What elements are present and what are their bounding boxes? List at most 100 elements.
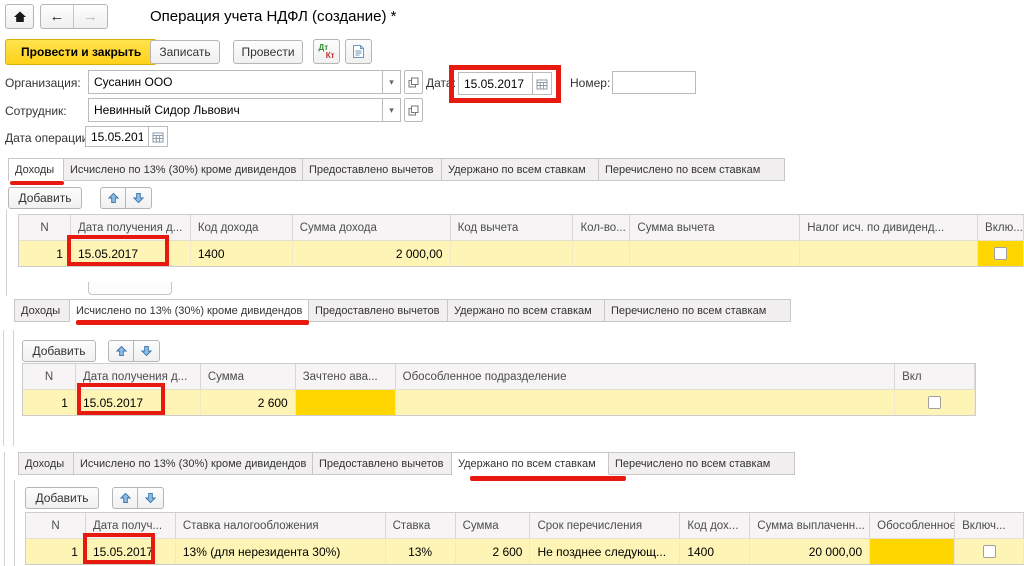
income-code-cell[interactable]: 1400 [680, 539, 750, 564]
table-row: 1 15.05.2017 2 600 [23, 389, 975, 415]
deduction-code-cell[interactable] [451, 241, 574, 266]
operation-date-field [85, 126, 168, 147]
employee-open-button[interactable] [404, 98, 423, 122]
tab-ischisleno[interactable]: Исчислено по 13% (30%) кроме дивидендов [74, 452, 313, 475]
organization-open-button[interactable] [404, 70, 423, 94]
include-checkbox[interactable] [928, 396, 941, 409]
tab-uderzhano[interactable]: Удержано по всем ставкам [452, 452, 609, 475]
ndfl-operation-window: ← → Операция учета НДФЛ (создание) * Про… [0, 0, 1024, 566]
tab-dokhody[interactable]: Доходы [14, 299, 70, 322]
rate-cell[interactable]: 13% [386, 539, 456, 564]
calendar-icon [152, 131, 164, 143]
tab-perechisleno[interactable]: Перечислено по всем ставкам [605, 299, 791, 322]
annotation-underline-tab-uderzhano [470, 476, 626, 481]
organization-input[interactable] [88, 70, 383, 94]
tab-perechisleno[interactable]: Перечислено по всем ставкам [609, 452, 795, 475]
withheld-table: N Дата получ... Ставка налогообложения С… [25, 512, 1024, 565]
date-label: Дата: [426, 76, 456, 90]
number-label: Номер: [570, 76, 610, 90]
arrow-up-icon [116, 345, 127, 357]
number-input[interactable] [612, 71, 696, 94]
row-number-cell[interactable]: 1 [19, 241, 71, 266]
employee-input[interactable] [88, 98, 383, 122]
tab-dokhody[interactable]: Доходы [8, 158, 64, 181]
move-down-button[interactable] [138, 487, 164, 509]
operation-date-calendar-button[interactable] [149, 126, 168, 147]
organization-dropdown-arrow-icon[interactable]: ▾ [383, 70, 401, 94]
tab-uderzhano[interactable]: Удержано по всем ставкам [448, 299, 605, 322]
move-up-button[interactable] [112, 487, 138, 509]
tab-ischisleno[interactable]: Исчислено по 13% (30%) кроме дивидендов [64, 158, 303, 181]
move-up-button[interactable] [108, 340, 134, 362]
date-calendar-button[interactable] [533, 72, 552, 95]
tab-predostavleno[interactable]: Предоставлено вычетов [303, 158, 442, 181]
tab-predostavleno[interactable]: Предоставлено вычетов [313, 452, 452, 475]
calculated-table: N Дата получения д... Сумма Зачтено ава.… [22, 363, 976, 416]
date-received-cell[interactable]: 15.05.2017 [71, 241, 191, 266]
column-header: Сумма дохода [293, 215, 451, 240]
employee-label: Сотрудник: [5, 104, 67, 118]
add-row-button[interactable]: Добавить [22, 340, 96, 362]
employee-dropdown-arrow-icon[interactable]: ▾ [383, 98, 401, 122]
operation-date-input[interactable] [85, 126, 149, 147]
column-header: Сумма [456, 513, 531, 538]
report-button[interactable] [345, 39, 372, 64]
incomes-table-header: N Дата получения д... Код дохода Сумма д… [19, 215, 1024, 240]
tab-perechisleno[interactable]: Перечислено по всем ставкам [599, 158, 785, 181]
transfer-deadline-cell[interactable]: Не позднее следующ... [530, 539, 680, 564]
include-checkbox[interactable] [983, 545, 996, 558]
income-sum-cell[interactable]: 2 000,00 [293, 241, 451, 266]
row-number-cell[interactable]: 1 [26, 539, 86, 564]
tab-dokhody[interactable]: Доходы [18, 452, 74, 475]
calendar-icon [536, 78, 548, 90]
row-number-cell[interactable]: 1 [23, 390, 76, 415]
include-cell[interactable] [895, 390, 975, 415]
date-received-cell[interactable]: 15.05.2017 [86, 539, 176, 564]
write-button[interactable]: Записать [150, 40, 220, 64]
tax-rate-type-cell[interactable]: 13% (для нерезидента 30%) [176, 539, 386, 564]
include-cell[interactable] [978, 241, 1024, 266]
tab-predostavleno[interactable]: Предоставлено вычетов [309, 299, 448, 322]
column-header: Ставка налогообложения [176, 513, 386, 538]
post-and-close-button[interactable]: Провести и закрыть [5, 39, 157, 65]
separate-division-cell[interactable] [870, 539, 955, 564]
paid-sum-cell[interactable]: 20 000,00 [750, 539, 870, 564]
add-row-button[interactable]: Добавить [25, 487, 99, 509]
deduction-sum-cell[interactable] [630, 241, 800, 266]
sum-cell[interactable]: 2 600 [201, 390, 296, 415]
date-received-cell[interactable]: 15.05.2017 [76, 390, 201, 415]
include-checkbox[interactable] [994, 247, 1007, 260]
tab-strip-incomes: Доходы Исчислено по 13% (30%) кроме диви… [8, 158, 785, 181]
column-header: Вклю... [978, 215, 1024, 240]
group-border-line [3, 330, 4, 446]
organization-label: Организация: [5, 76, 81, 90]
column-header: Зачтено ава... [296, 364, 396, 389]
income-code-cell[interactable]: 1400 [191, 241, 293, 266]
column-header: Сумма вычета [630, 215, 800, 240]
add-row-button[interactable]: Добавить [8, 187, 82, 209]
calculated-table-header: N Дата получения д... Сумма Зачтено ава.… [23, 364, 975, 389]
forward-button[interactable]: → [74, 5, 107, 28]
tab-uderzhano[interactable]: Удержано по всем ставкам [442, 158, 599, 181]
sum-cell[interactable]: 2 600 [456, 539, 531, 564]
open-window-icon [408, 77, 419, 88]
include-cell[interactable] [955, 539, 1024, 564]
tab-ischisleno[interactable]: Исчислено по 13% (30%) кроме дивидендов [70, 299, 309, 322]
move-up-button[interactable] [100, 187, 126, 209]
arrow-up-icon [120, 492, 131, 504]
withheld-table-header: N Дата получ... Ставка налогообложения С… [26, 513, 1024, 538]
separate-division-cell[interactable] [396, 390, 895, 415]
move-down-button[interactable] [134, 340, 160, 362]
column-header: Включ... [955, 513, 1024, 538]
date-input[interactable] [458, 72, 533, 95]
column-header: Сумма [201, 364, 296, 389]
back-button[interactable]: ← [41, 5, 74, 28]
quantity-cell[interactable] [573, 241, 630, 266]
dividend-tax-cell[interactable] [800, 241, 978, 266]
advance-offset-cell[interactable] [296, 390, 396, 415]
move-down-button[interactable] [126, 187, 152, 209]
home-button[interactable] [5, 4, 34, 29]
dtkt-postings-button[interactable]: ДтКт [313, 39, 340, 64]
nav-history-group: ← → [40, 4, 108, 29]
post-button[interactable]: Провести [233, 40, 303, 64]
